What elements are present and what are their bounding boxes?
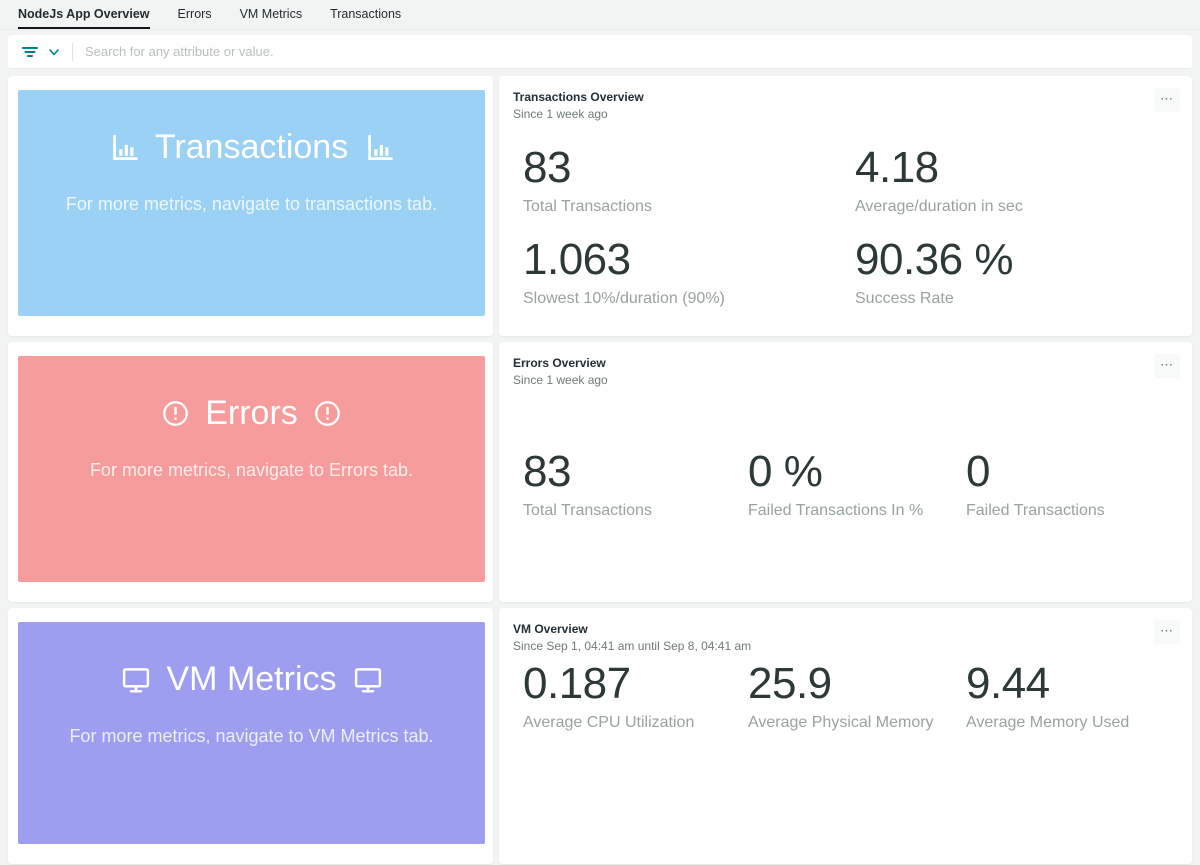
metric-value: 83: [523, 145, 855, 191]
promo-title-text: VM Metrics: [167, 660, 337, 699]
error-circle-icon: [162, 400, 189, 427]
monitor-icon: [121, 665, 151, 695]
metric: 0 Failed Transactions: [966, 449, 1178, 520]
card-subtitle: Since 1 week ago: [513, 373, 1178, 387]
metrics-grid: 0.187 Average CPU Utilization 25.9 Avera…: [513, 661, 1178, 732]
metric-label: Average Memory Used: [966, 714, 1178, 732]
row-transactions: Transactions For more metrics, navigate …: [8, 76, 1192, 336]
metric: 25.9 Average Physical Memory: [748, 661, 966, 732]
card-title: VM Overview: [513, 622, 1178, 636]
metric-label: Average/duration in sec: [855, 198, 1178, 216]
promo-title-text: Errors: [205, 394, 298, 433]
errors-promo-card: Errors For more metrics, navigate to Err…: [18, 356, 485, 582]
card-subtitle: Since 1 week ago: [513, 107, 1178, 121]
metrics-grid: 83 Total Transactions 0 % Failed Transac…: [513, 449, 1178, 520]
bar-chart-icon: [364, 133, 394, 163]
promo-title: Errors: [18, 356, 485, 433]
metric-value: 0.187: [523, 661, 748, 707]
metric-value: 0: [966, 449, 1178, 495]
card-menu-button[interactable]: ⋯: [1154, 88, 1180, 112]
metric: 9.44 Average Memory Used: [966, 661, 1178, 732]
vm-promo-panel: VM Metrics For more metrics, navigate to…: [8, 608, 493, 864]
errors-promo-panel: Errors For more metrics, navigate to Err…: [8, 342, 493, 602]
metric-label: Total Transactions: [523, 198, 855, 216]
search-bar: [8, 35, 1192, 68]
metric-value: 25.9: [748, 661, 966, 707]
bar-chart-icon: [109, 133, 139, 163]
metric-value: 9.44: [966, 661, 1178, 707]
card-menu-button[interactable]: ⋯: [1154, 354, 1180, 378]
promo-message: For more metrics, navigate to transactio…: [18, 194, 485, 215]
row-vm-metrics: VM Metrics For more metrics, navigate to…: [8, 608, 1192, 864]
metric: 83 Total Transactions: [523, 145, 855, 216]
metric: 83 Total Transactions: [523, 449, 748, 520]
tab-errors[interactable]: Errors: [178, 7, 212, 29]
promo-message: For more metrics, navigate to VM Metrics…: [18, 726, 485, 747]
tab-transactions[interactable]: Transactions: [330, 7, 401, 29]
promo-title-text: Transactions: [155, 128, 348, 167]
card-title: Transactions Overview: [513, 90, 1178, 104]
metric-label: Slowest 10%/duration (90%): [523, 290, 855, 308]
promo-title: VM Metrics: [18, 622, 485, 699]
metric-value: 4.18: [855, 145, 1178, 191]
metric: 0 % Failed Transactions In %: [748, 449, 966, 520]
metric-label: Average Physical Memory: [748, 714, 966, 732]
card-menu-button[interactable]: ⋯: [1154, 620, 1180, 644]
search-divider: [72, 43, 73, 61]
search-input[interactable]: [83, 43, 1182, 60]
errors-overview-card: Errors Overview Since 1 week ago ⋯ 83 To…: [499, 342, 1192, 602]
metric-label: Failed Transactions In %: [748, 502, 966, 520]
metrics-grid: 83 Total Transactions 4.18 Average/durat…: [513, 145, 1178, 308]
metric: 4.18 Average/duration in sec: [855, 145, 1178, 216]
transactions-overview-card: Transactions Overview Since 1 week ago ⋯…: [499, 76, 1192, 336]
transactions-promo-card: Transactions For more metrics, navigate …: [18, 90, 485, 316]
row-errors: Errors For more metrics, navigate to Err…: [8, 342, 1192, 602]
tab-vm-metrics[interactable]: VM Metrics: [240, 7, 303, 29]
card-subtitle: Since Sep 1, 04:41 am until Sep 8, 04:41…: [513, 639, 1178, 653]
card-title: Errors Overview: [513, 356, 1178, 370]
metric-label: Failed Transactions: [966, 502, 1178, 520]
error-circle-icon: [314, 400, 341, 427]
metric: 90.36 % Success Rate: [855, 237, 1178, 308]
filter-icon[interactable]: [18, 40, 42, 64]
metric-value: 0 %: [748, 449, 966, 495]
metric-label: Average CPU Utilization: [523, 714, 748, 732]
transactions-promo-panel: Transactions For more metrics, navigate …: [8, 76, 493, 336]
monitor-icon: [353, 665, 383, 695]
metric: 0.187 Average CPU Utilization: [523, 661, 748, 732]
vm-overview-card: VM Overview Since Sep 1, 04:41 am until …: [499, 608, 1192, 864]
metric: 1.063 Slowest 10%/duration (90%): [523, 237, 855, 308]
metric-value: 90.36 %: [855, 237, 1178, 283]
chevron-down-icon[interactable]: [44, 40, 64, 64]
tab-nodejs-app-overview[interactable]: NodeJs App Overview: [18, 7, 150, 29]
metric-label: Total Transactions: [523, 502, 748, 520]
promo-title: Transactions: [18, 90, 485, 167]
metric-value: 1.063: [523, 237, 855, 283]
metric-value: 83: [523, 449, 748, 495]
promo-message: For more metrics, navigate to Errors tab…: [18, 460, 485, 481]
vm-promo-card: VM Metrics For more metrics, navigate to…: [18, 622, 485, 844]
tab-bar: NodeJs App Overview Errors VM Metrics Tr…: [0, 0, 1200, 30]
metric-label: Success Rate: [855, 290, 1178, 308]
